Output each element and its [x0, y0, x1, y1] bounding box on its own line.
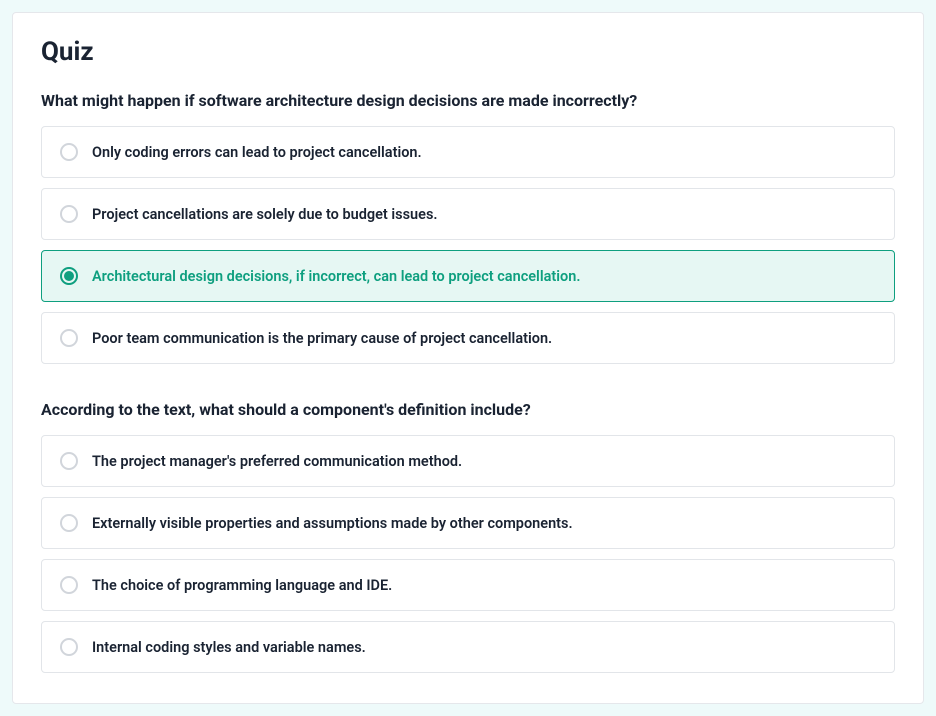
quiz-option[interactable]: Only coding errors can lead to project c… — [41, 126, 895, 178]
option-text: Externally visible properties and assump… — [92, 515, 573, 532]
quiz-option[interactable]: Poor team communication is the primary c… — [41, 312, 895, 364]
radio-icon — [60, 205, 78, 223]
quiz-title: Quiz — [41, 37, 895, 67]
option-text: Poor team communication is the primary c… — [92, 330, 552, 347]
option-text: Architectural design decisions, if incor… — [92, 268, 580, 285]
question-prompt: According to the text, what should a com… — [41, 400, 895, 419]
radio-icon — [60, 514, 78, 532]
quiz-option[interactable]: Project cancellations are solely due to … — [41, 188, 895, 240]
option-text: Only coding errors can lead to project c… — [92, 144, 422, 161]
question-prompt: What might happen if software architectu… — [41, 91, 895, 110]
quiz-option[interactable]: Externally visible properties and assump… — [41, 497, 895, 549]
quiz-option[interactable]: Architectural design decisions, if incor… — [41, 250, 895, 302]
option-text: The project manager's preferred communic… — [92, 453, 462, 470]
quiz-option[interactable]: The project manager's preferred communic… — [41, 435, 895, 487]
quiz-option[interactable]: Internal coding styles and variable name… — [41, 621, 895, 673]
radio-icon — [60, 452, 78, 470]
question-block: According to the text, what should a com… — [41, 400, 895, 673]
option-text: Project cancellations are solely due to … — [92, 206, 438, 223]
radio-icon — [60, 329, 78, 347]
question-block: What might happen if software architectu… — [41, 91, 895, 364]
radio-icon — [60, 638, 78, 656]
option-text: The choice of programming language and I… — [92, 577, 392, 594]
quiz-container: Quiz What might happen if software archi… — [12, 12, 924, 704]
radio-icon — [60, 143, 78, 161]
radio-icon — [60, 576, 78, 594]
quiz-option[interactable]: The choice of programming language and I… — [41, 559, 895, 611]
option-text: Internal coding styles and variable name… — [92, 639, 366, 656]
radio-icon — [60, 267, 78, 285]
